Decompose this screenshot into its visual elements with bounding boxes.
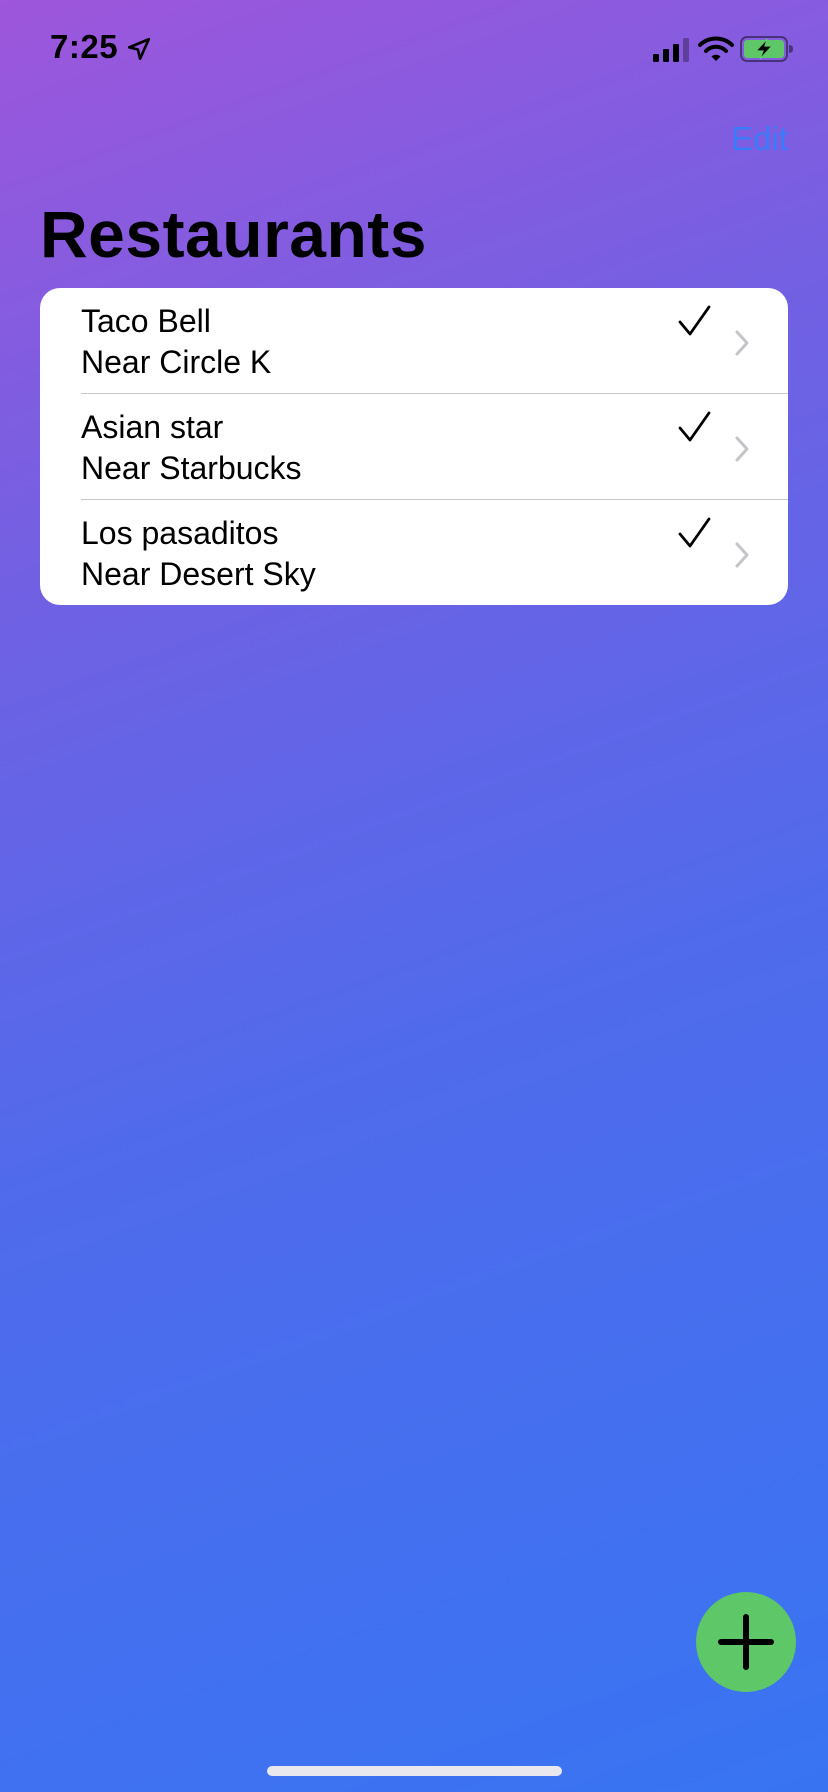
chevron-right-icon <box>735 436 749 462</box>
status-bar: 7:25 <box>0 0 828 100</box>
home-indicator <box>267 1766 562 1776</box>
restaurant-location: Near Circle K <box>81 344 272 380</box>
restaurant-name: Taco Bell <box>81 303 211 339</box>
location-arrow-icon <box>127 37 151 61</box>
list-item[interactable]: Los pasaditos Near Desert Sky <box>40 500 788 605</box>
restaurant-name: Asian star <box>81 409 224 445</box>
restaurant-list: Taco Bell Near Circle K Asian star Near … <box>40 288 788 605</box>
restaurant-location: Near Starbucks <box>81 450 302 486</box>
app-screen: 7:25 Edit Restaurants Taco Bell Near Cir… <box>0 0 828 1792</box>
page-title: Restaurants <box>40 197 427 271</box>
restaurant-name: Los pasaditos <box>81 515 279 551</box>
status-time: 7:25 <box>50 28 119 65</box>
cellular-signal-icon <box>653 38 689 62</box>
plus-icon <box>718 1614 774 1670</box>
checkmark-icon <box>678 411 711 442</box>
checkmark-icon <box>678 305 711 336</box>
checkmark-icon <box>678 517 711 548</box>
restaurant-location: Near Desert Sky <box>81 556 316 592</box>
list-item[interactable]: Asian star Near Starbucks <box>40 394 788 499</box>
battery-charging-icon <box>740 36 793 62</box>
chevron-right-icon <box>735 330 749 356</box>
list-item[interactable]: Taco Bell Near Circle K <box>40 288 788 393</box>
wifi-icon <box>698 36 734 61</box>
edit-button[interactable]: Edit <box>731 120 788 158</box>
chevron-right-icon <box>735 542 749 568</box>
add-restaurant-button[interactable] <box>696 1592 796 1692</box>
